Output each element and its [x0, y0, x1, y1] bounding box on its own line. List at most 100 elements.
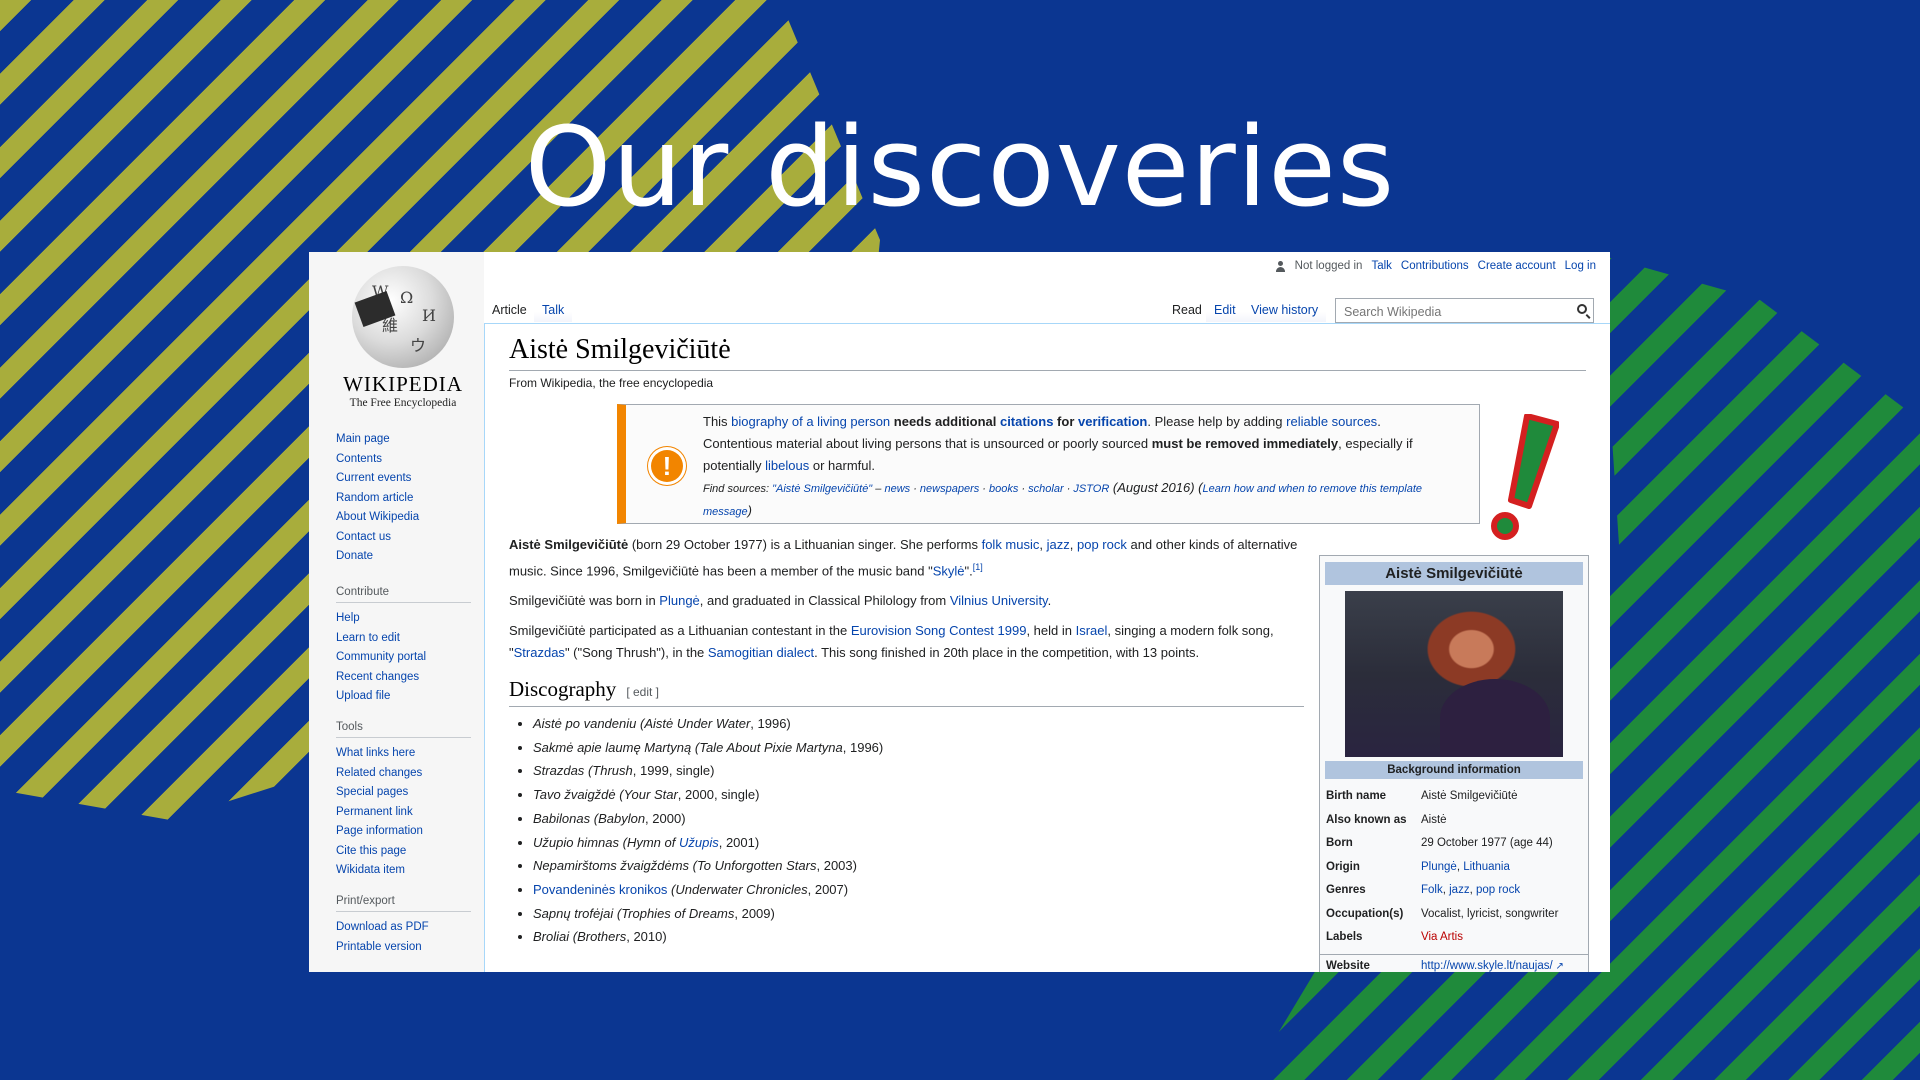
website-link[interactable]: http://www.skyle.lt/naujas/	[1421, 960, 1553, 972]
nav-donate[interactable]: Donate	[336, 547, 471, 567]
find-jstor-link[interactable]: JSTOR	[1073, 483, 1109, 495]
warning-icon: !	[648, 447, 686, 485]
infobox-key: Genres	[1326, 884, 1366, 896]
infobox-key: Also known as	[1326, 813, 1407, 826]
discography-item: Babilonas (Babylon, 2000)	[533, 807, 1313, 831]
nav-what-links-here[interactable]: What links here	[336, 744, 471, 764]
section-edit-link[interactable]: [ edit ]	[626, 685, 659, 699]
album-translation: (Trophies of Dreams	[616, 905, 735, 921]
citations-link[interactable]: citations	[1000, 414, 1053, 429]
nav-permanent-link[interactable]: Permanent link	[336, 803, 471, 823]
genre-folk-link[interactable]: Folk	[1421, 884, 1443, 896]
tab-talk[interactable]: Talk	[534, 297, 573, 322]
plunge-link[interactable]: Plungė	[659, 593, 699, 608]
tab-edit[interactable]: Edit	[1206, 297, 1244, 322]
pop-rock-link[interactable]: pop rock	[1077, 537, 1127, 552]
vilnius-university-link[interactable]: Vilnius University	[950, 593, 1048, 608]
nav-related-changes[interactable]: Related changes	[336, 764, 471, 784]
notice-text-part: .	[1377, 414, 1381, 429]
paragraph-text: .	[1047, 593, 1052, 609]
user-icon	[1275, 260, 1286, 272]
israel-link[interactable]: Israel	[1076, 623, 1108, 638]
jazz-link[interactable]: jazz	[1047, 537, 1070, 552]
nav-printable-version[interactable]: Printable version	[336, 938, 471, 958]
notice-text-part: This	[703, 414, 732, 429]
nav-main-page[interactable]: Main page	[336, 430, 471, 450]
nav-contents[interactable]: Contents	[336, 450, 471, 470]
search-input[interactable]	[1342, 304, 1556, 320]
notice-bold: must be removed immediately	[1151, 436, 1339, 451]
infobox-key: Born	[1326, 837, 1353, 849]
album-translation: (Aistė Under Water	[639, 716, 751, 731]
subject-name: Aistė Smilgevičiūtė	[509, 537, 629, 552]
origin-plunge-link[interactable]: Plungė	[1421, 861, 1457, 873]
nav-cite-this-page[interactable]: Cite this page	[336, 842, 471, 862]
search-icon[interactable]	[1577, 304, 1587, 314]
album-title: Aistė po vandeniu	[533, 716, 637, 731]
nav-page-information[interactable]: Page information	[336, 822, 471, 842]
nav-upload-file[interactable]: Upload file	[336, 687, 471, 707]
verification-link[interactable]: verification	[1078, 414, 1147, 429]
nav-contact[interactable]: Contact us	[336, 528, 471, 548]
album-title: Sapnų trofėjai	[533, 905, 614, 921]
article-body: Aistė Smilgevičiūtė (born 29 October 197…	[509, 534, 1304, 672]
nav-download-pdf[interactable]: Download as PDF	[336, 918, 471, 938]
talk-link[interactable]: Talk	[1371, 260, 1391, 272]
blp-link[interactable]: biography of a living person	[731, 414, 890, 429]
contributions-link[interactable]: Contributions	[1401, 260, 1469, 272]
article-content: Aistė Smilgevičiūtė From Wikipedia, the …	[484, 323, 1610, 972]
album-title: Sakmė apie laumę Martyną	[533, 739, 692, 755]
eurovision-link[interactable]: Eurovision Song Contest 1999	[851, 623, 1027, 638]
album-details: , 2010)	[626, 929, 667, 945]
folk-music-link[interactable]: folk music	[982, 537, 1040, 552]
nav-random-article[interactable]: Random article	[336, 489, 471, 509]
find-books-link[interactable]: books	[989, 483, 1018, 495]
discography-item: Povandeninės kronikos (Underwater Chroni…	[533, 878, 1313, 902]
nav-wikidata-item[interactable]: Wikidata item	[336, 861, 471, 881]
reference-link[interactable]: [1]	[973, 562, 983, 572]
find-scholar-link[interactable]: scholar	[1028, 483, 1063, 495]
album-link[interactable]: Povandeninės kronikos	[533, 882, 667, 897]
wikipedia-logo[interactable]: W Ω И 維 ウ WIKIPEDIA The Free Encyclopedi…	[339, 266, 467, 409]
genre-pop-rock-link[interactable]: pop rock	[1476, 884, 1520, 896]
discography-list: Aistė po vandeniu (Aistė Under Water, 19…	[521, 712, 1313, 949]
album-details: , 2001)	[718, 834, 760, 850]
find-query-link[interactable]: "Aistė Smilgevičiūtė"	[772, 483, 872, 495]
discography-item: Sapnų trofėjai (Trophies of Dreams, 2009…	[533, 902, 1313, 926]
create-account-link[interactable]: Create account	[1478, 260, 1556, 272]
origin-lithuania-link[interactable]: Lithuania	[1463, 861, 1510, 873]
nav-current-events[interactable]: Current events	[336, 469, 471, 489]
nav-help[interactable]: Help	[336, 609, 471, 629]
skyle-link[interactable]: Skylė	[933, 563, 965, 578]
strazdas-link[interactable]: Strazdas	[514, 645, 565, 660]
nav-learn-to-edit[interactable]: Learn to edit	[336, 629, 471, 649]
label-via-artis-link[interactable]: Via Artis	[1421, 931, 1463, 943]
album-translation: (Hymn of	[622, 834, 679, 850]
album-translation-link[interactable]: Užupis	[679, 835, 719, 850]
paragraph-text: Smilgevičiūtė participated as a Lithuani…	[509, 623, 851, 639]
tab-article[interactable]: Article	[484, 297, 535, 322]
infobox-row: Birth name Aistė Smilgevičiūtė	[1320, 785, 1588, 809]
nav-recent-changes[interactable]: Recent changes	[336, 668, 471, 688]
infobox-row: Born 29 October 1977 (age 44)	[1320, 832, 1588, 856]
nav-special-pages[interactable]: Special pages	[336, 783, 471, 803]
paragraph-text: ,	[1069, 537, 1077, 552]
find-newspapers-link[interactable]: newspapers	[920, 483, 979, 495]
tab-read[interactable]: Read	[1164, 297, 1210, 322]
find-news-link[interactable]: news	[884, 483, 910, 495]
nav-about[interactable]: About Wikipedia	[336, 508, 471, 528]
log-in-link[interactable]: Log in	[1565, 260, 1596, 272]
nav-tools-header: Tools	[336, 721, 471, 738]
wikipedia-screenshot: W Ω И 維 ウ WIKIPEDIA The Free Encyclopedi…	[309, 252, 1610, 972]
paragraph-text: ,	[1039, 537, 1047, 552]
libelous-link[interactable]: libelous	[765, 458, 809, 473]
samogitian-link[interactable]: Samogitian dialect	[708, 645, 814, 660]
tab-view-history[interactable]: View history	[1243, 297, 1327, 322]
reliable-sources-link[interactable]: reliable sources	[1286, 414, 1377, 429]
artist-photo[interactable]	[1345, 591, 1563, 757]
nav-community-portal[interactable]: Community portal	[336, 648, 471, 668]
genre-jazz-link[interactable]: jazz	[1449, 884, 1469, 896]
paragraph-text: ".	[964, 563, 973, 579]
infobox-row: Origin Plungė, Lithuania	[1320, 856, 1588, 880]
album-details: , 1996)	[750, 716, 791, 731]
